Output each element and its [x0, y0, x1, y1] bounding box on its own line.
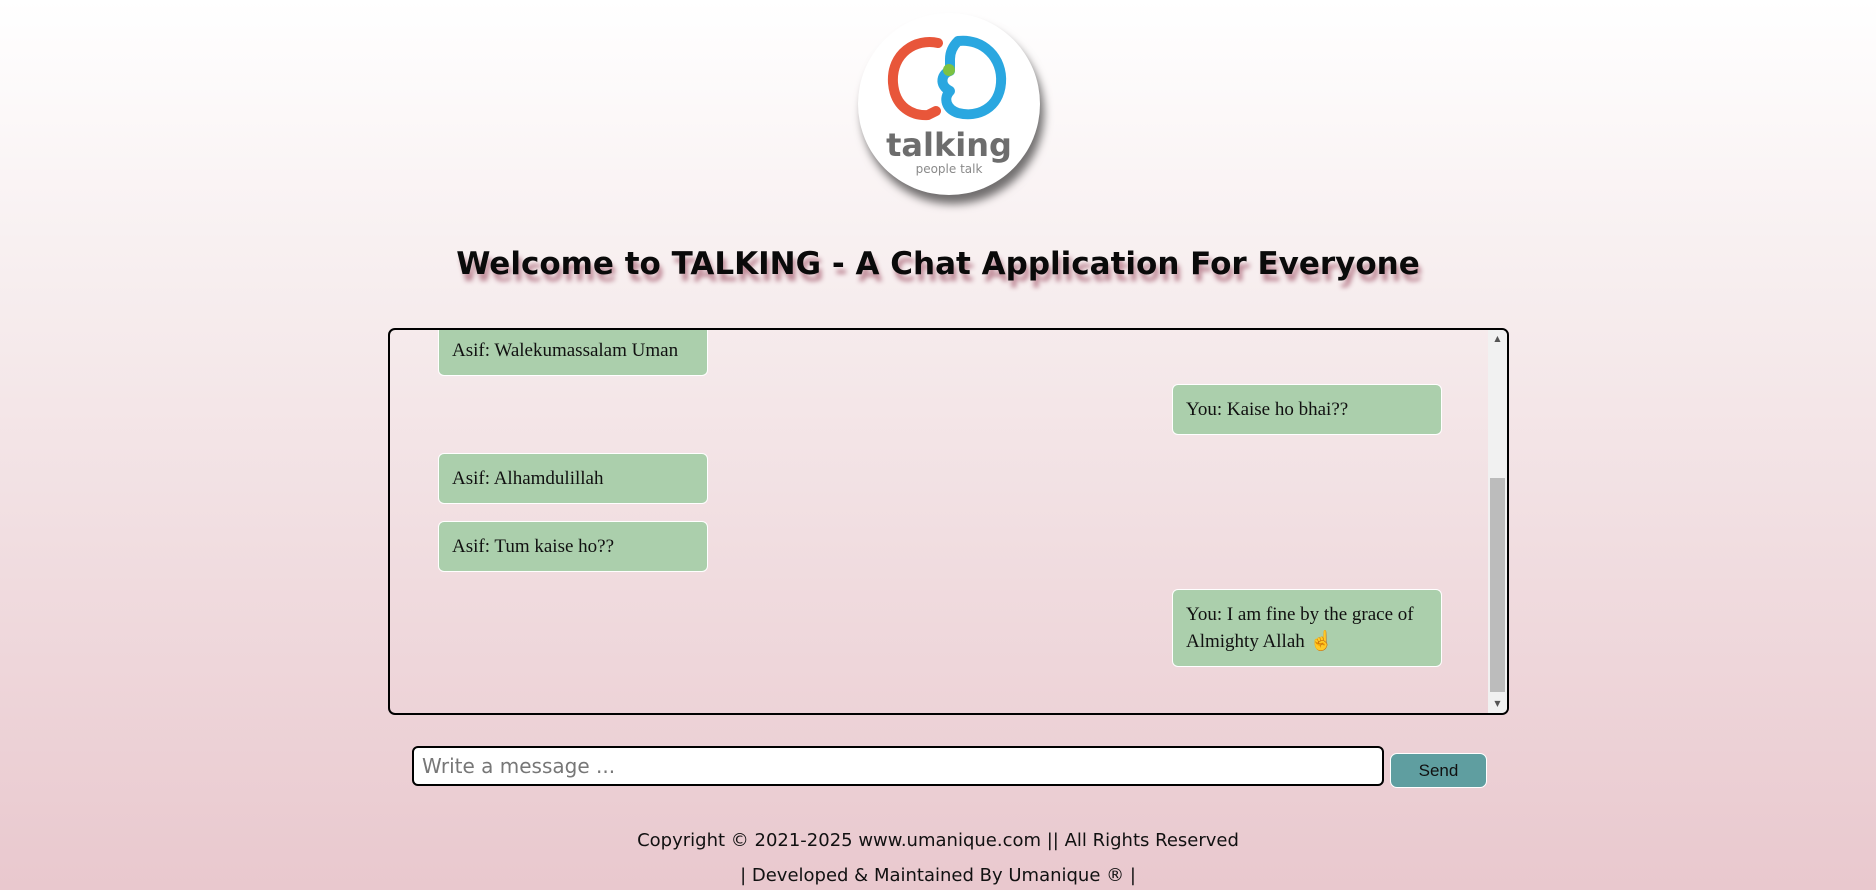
message-outgoing: You: Kaise ho bhai?? — [1172, 384, 1442, 435]
scroll-down-icon[interactable]: ▼ — [1488, 697, 1507, 711]
message-incoming: Asif: Alhamdulillah — [438, 453, 708, 504]
message-incoming: Asif: Tum kaise ho?? — [438, 521, 708, 572]
message-incoming: Asif: Walekumassalam Uman — [438, 330, 708, 376]
logo-tagline: people talk — [916, 162, 983, 176]
footer-copyright: Copyright © 2021-2025 www.umanique.com |… — [637, 830, 1239, 851]
scrollbar-thumb[interactable] — [1490, 478, 1505, 692]
logo-wordmark: talking — [886, 126, 1012, 164]
page-title: Welcome to TALKING - A Chat Application … — [456, 246, 1420, 282]
message-list: Asif: Walekumassalam Uman You: Kaise ho … — [390, 330, 1487, 713]
message-input[interactable] — [412, 746, 1384, 786]
message-outgoing: You: I am fine by the grace of Almighty … — [1172, 589, 1442, 667]
chat-window[interactable]: Asif: Walekumassalam Uman You: Kaise ho … — [388, 328, 1509, 715]
app-logo: talking people talk — [858, 13, 1040, 195]
footer-developer: | Developed & Maintained By Umanique ® | — [740, 865, 1136, 886]
scroll-up-icon[interactable]: ▲ — [1488, 332, 1507, 346]
chat-scrollbar[interactable]: ▲ ▼ — [1488, 330, 1507, 713]
send-button[interactable]: Send — [1390, 753, 1487, 788]
